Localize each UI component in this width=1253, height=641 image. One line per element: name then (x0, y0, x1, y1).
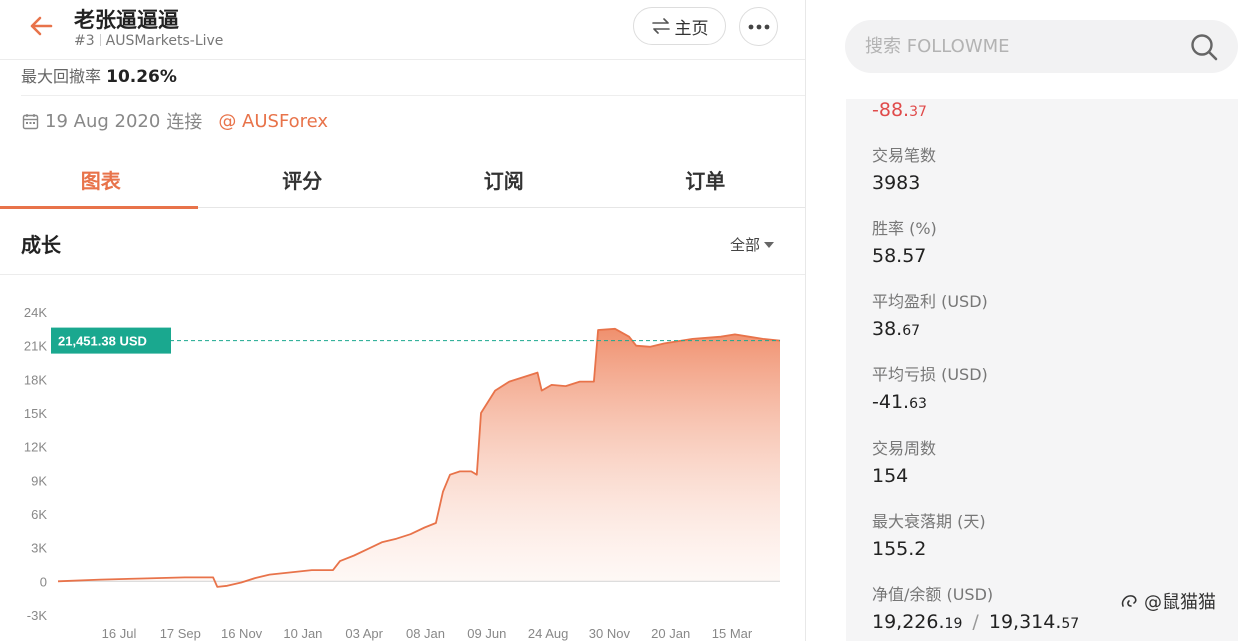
avg-profit-int: 38. (872, 318, 903, 340)
search-icon[interactable] (1189, 32, 1219, 62)
x-tick-label: 24 Aug (528, 626, 569, 641)
y-tick-label: 21K (24, 339, 47, 354)
home-button-label: 主页 (674, 18, 709, 39)
connection-label: 连接 (166, 112, 203, 133)
max-decline-value: 155.2 (872, 538, 927, 560)
max-drawdown-value: 10.26% (106, 67, 177, 87)
trader-name: 老张逼逼逼 (74, 8, 179, 32)
watermark: @鼠猫猫 (1120, 588, 1216, 614)
weeks-value: 154 (872, 465, 909, 487)
avg-loss-value: -41.63 (872, 391, 927, 413)
x-tick-label: 10 Jan (283, 626, 322, 641)
y-tick-label: -3K (27, 608, 48, 623)
y-tick-label: 3K (31, 541, 47, 556)
trades-label: 交易笔数 (872, 146, 937, 165)
x-tick-label: 08 Jan (406, 626, 445, 641)
avg-profit-value: 38.67 (872, 318, 920, 340)
calendar-icon (22, 113, 39, 129)
y-tick-label: 6K (31, 507, 47, 522)
more-dots-icon (748, 24, 769, 29)
stat-top-dec: 37 (909, 104, 927, 120)
tab-bar: 图表 评分 订阅 订单 (0, 150, 806, 209)
divider (21, 95, 805, 96)
broker-name: AUSMarkets-Live (105, 33, 224, 49)
avg-profit-dec: 67 (902, 323, 921, 339)
current-value-label: 21,451.38 USD (58, 334, 147, 349)
avg-loss-dec: 63 (909, 396, 927, 412)
stat-top-int: -88. (872, 99, 910, 121)
y-tick-label: 9K (31, 473, 47, 488)
search-input[interactable] (865, 20, 1185, 73)
trader-subtitle: #3 AUSMarkets-Live (74, 33, 223, 49)
avg-loss-int: -41. (872, 391, 910, 413)
more-button[interactable] (739, 7, 778, 46)
connection-info: 19 Aug 2020 连接 @ AUSForex (22, 108, 328, 134)
avg-profit-label: 平均盈利 (USD) (872, 292, 988, 311)
balance-int: 19,314. (988, 611, 1062, 633)
equity-dec: 19 (944, 616, 963, 632)
tab-chart[interactable]: 图表 (0, 150, 202, 209)
swap-icon (651, 18, 670, 34)
weeks-label: 交易周数 (872, 439, 937, 458)
growth-chart: 24K 21K 18K 15K 12K 9K 6K 3K 0 -3K 16 Jul 17 Sep 16… (24, 305, 781, 641)
equity-int: 19,226. (872, 611, 945, 633)
y-tick-label: 24K (24, 305, 47, 320)
weibo-swirl-icon (1121, 595, 1137, 607)
x-tick-label: 17 Sep (160, 626, 201, 641)
y-tick-label: 0 (40, 574, 47, 589)
equity-balance-value: 19,226.19 / 19,314.57 (872, 611, 1079, 633)
range-dropdown[interactable]: 全部 (730, 234, 775, 255)
y-tick-label: 12K (24, 440, 47, 455)
separator (99, 34, 101, 46)
x-tick-label: 09 Jun (467, 626, 506, 641)
trades-value: 3983 (872, 172, 921, 194)
stats-panel: -88.37 交易笔数 3983 胜率 (%) 58.57 平均盈利 (USD)… (846, 99, 1238, 641)
tab-subscribe[interactable]: 订阅 (403, 150, 605, 208)
x-tick-label: 20 Jan (651, 626, 690, 641)
search-bar (845, 20, 1238, 73)
broker-link[interactable]: @ AUSForex (218, 111, 328, 132)
avg-loss-label: 平均亏损 (USD) (872, 365, 988, 384)
slash-separator: / (972, 611, 979, 633)
x-tick-label: 30 Nov (589, 626, 631, 641)
winrate-value: 58.57 (872, 245, 927, 267)
caret-down-icon (764, 241, 775, 248)
divider (0, 274, 805, 275)
tab-score[interactable]: 评分 (202, 150, 404, 208)
winrate-label: 胜率 (%) (872, 219, 937, 238)
stat-top-value: -88.37 (872, 99, 927, 121)
arrow-left-icon[interactable] (27, 12, 55, 40)
x-tick-label: 03 Apr (345, 626, 383, 641)
growth-area (58, 328, 780, 587)
x-tick-label: 16 Nov (221, 626, 263, 641)
y-tick-label: 18K (24, 372, 47, 387)
trader-header: 老张逼逼逼 #3 AUSMarkets-Live 主页 (0, 0, 805, 60)
max-drawdown-label: 最大回撤率 (21, 67, 102, 86)
y-tick-label: 15K (24, 406, 47, 421)
tab-orders[interactable]: 订单 (605, 150, 806, 208)
max-decline-label: 最大衰落期 (天) (872, 512, 986, 531)
home-button[interactable]: 主页 (633, 7, 726, 45)
balance-dec: 57 (1061, 616, 1080, 632)
max-drawdown: 最大回撤率 10.26% (21, 63, 177, 87)
growth-title: 成长 (21, 233, 61, 257)
watermark-text: @鼠猫猫 (1144, 592, 1216, 613)
trader-panel: 老张逼逼逼 #3 AUSMarkets-Live 主页 最大回撤率 10.26% (0, 0, 806, 641)
trader-rank: #3 (74, 33, 95, 49)
range-dropdown-label: 全部 (730, 236, 761, 254)
x-tick-label: 16 Jul (102, 626, 137, 641)
x-tick-label: 15 Mar (712, 626, 753, 641)
connection-date: 19 Aug 2020 (45, 110, 161, 132)
equity-label: 净值/余额 (USD) (872, 585, 994, 604)
